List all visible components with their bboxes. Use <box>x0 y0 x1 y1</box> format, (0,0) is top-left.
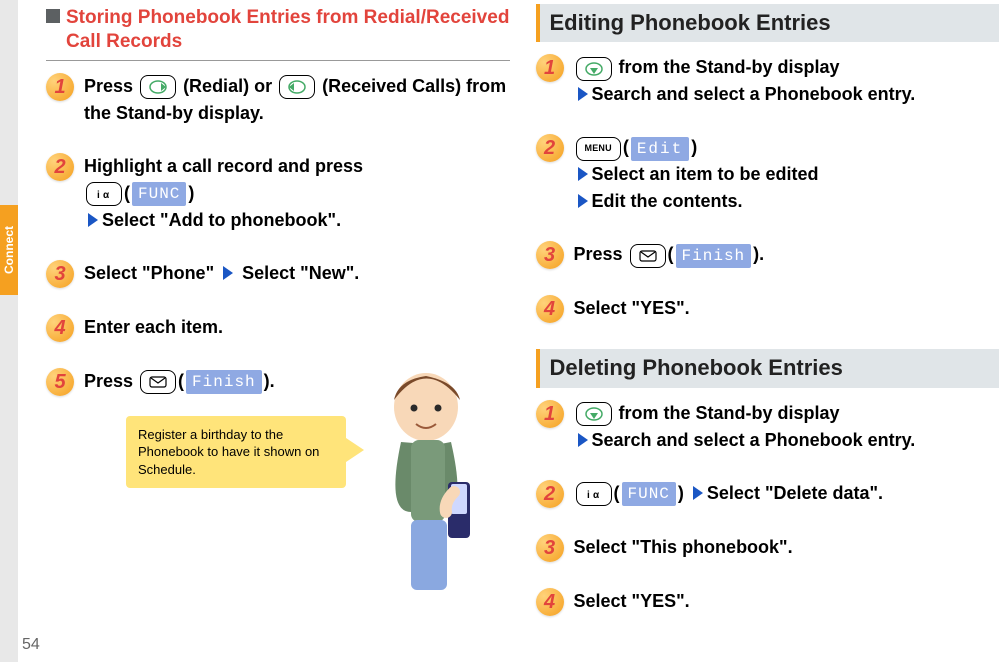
step-number: 3 <box>46 260 74 288</box>
arrow-right-icon <box>578 194 588 208</box>
i-mode-key-icon: iα <box>86 182 122 206</box>
side-tab-section: Connect <box>0 205 18 295</box>
step-number: 4 <box>536 295 564 323</box>
del-step-3: 3 Select "This phonebook". <box>536 534 1000 562</box>
edit-step-2: 2 MENU(Edit) Select an item to be edited… <box>536 134 1000 215</box>
square-bullet-icon <box>46 9 60 23</box>
edit-softkey-label: Edit <box>631 137 689 161</box>
del-step-1: 1 from the Stand-by display Search and s… <box>536 400 1000 454</box>
func-softkey-label: FUNC <box>132 182 186 206</box>
step-number: 3 <box>536 241 564 269</box>
del-step-2: 2 iα (FUNC) Select "Delete data". <box>536 480 1000 508</box>
svg-text:α: α <box>103 190 110 201</box>
arrow-right-icon <box>578 167 588 181</box>
down-nav-key-icon <box>576 57 612 81</box>
edit-step-1: 1 from the Stand-by display Search and s… <box>536 54 1000 108</box>
edit-step-3: 3 Press (Finish). <box>536 241 1000 269</box>
edit-step-4: 4 Select "YES". <box>536 295 1000 323</box>
page-number: 54 <box>22 636 40 654</box>
step-number: 2 <box>536 134 564 162</box>
left-column: Storing Phonebook Entries from Redial/Re… <box>46 4 510 658</box>
arrow-right-icon <box>88 213 98 227</box>
down-nav-key-icon <box>576 402 612 426</box>
step-number: 5 <box>46 368 74 396</box>
left-heading: Storing Phonebook Entries from Redial/Re… <box>46 4 510 61</box>
editing-heading: Editing Phonebook Entries <box>536 4 1000 42</box>
step-number: 1 <box>536 54 564 82</box>
speech-bubble: Register a birthday to the Phonebook to … <box>126 416 346 489</box>
finish-softkey-label: Finish <box>186 370 262 394</box>
step-number: 2 <box>46 153 74 181</box>
arrow-right-icon <box>693 486 703 500</box>
arrow-right-icon <box>223 266 233 280</box>
right-nav-key-icon <box>140 75 176 99</box>
svg-text:α: α <box>593 490 600 501</box>
left-step-3: 3 Select "Phone" Select "New". <box>46 260 510 288</box>
step-number: 3 <box>536 534 564 562</box>
step-number: 1 <box>46 73 74 101</box>
func-softkey-label: FUNC <box>622 482 676 506</box>
step-number: 1 <box>536 400 564 428</box>
left-step-4: 4 Enter each item. <box>46 314 510 342</box>
mail-key-icon <box>630 244 666 268</box>
mail-key-icon <box>140 370 176 394</box>
svg-text:i: i <box>587 490 590 501</box>
right-column: Editing Phonebook Entries 1 from the Sta… <box>536 4 1000 658</box>
svg-text:i: i <box>97 190 100 201</box>
finish-softkey-label: Finish <box>676 244 752 268</box>
character-illustration <box>356 362 516 592</box>
menu-key-icon: MENU <box>576 137 621 161</box>
side-tab: Connect <box>0 0 18 662</box>
step-number: 4 <box>46 314 74 342</box>
i-mode-key-icon: iα <box>576 482 612 506</box>
side-tab-label: Connect <box>2 226 16 274</box>
del-step-4: 4 Select "YES". <box>536 588 1000 616</box>
step-number: 4 <box>536 588 564 616</box>
arrow-right-icon <box>578 87 588 101</box>
step-number: 2 <box>536 480 564 508</box>
left-step-1: 1 Press (Redial) or (Received Calls) fro… <box>46 73 510 127</box>
left-nav-key-icon <box>279 75 315 99</box>
left-step-2: 2 Highlight a call record and press iα (… <box>46 153 510 234</box>
arrow-right-icon <box>578 433 588 447</box>
deleting-heading: Deleting Phonebook Entries <box>536 349 1000 387</box>
